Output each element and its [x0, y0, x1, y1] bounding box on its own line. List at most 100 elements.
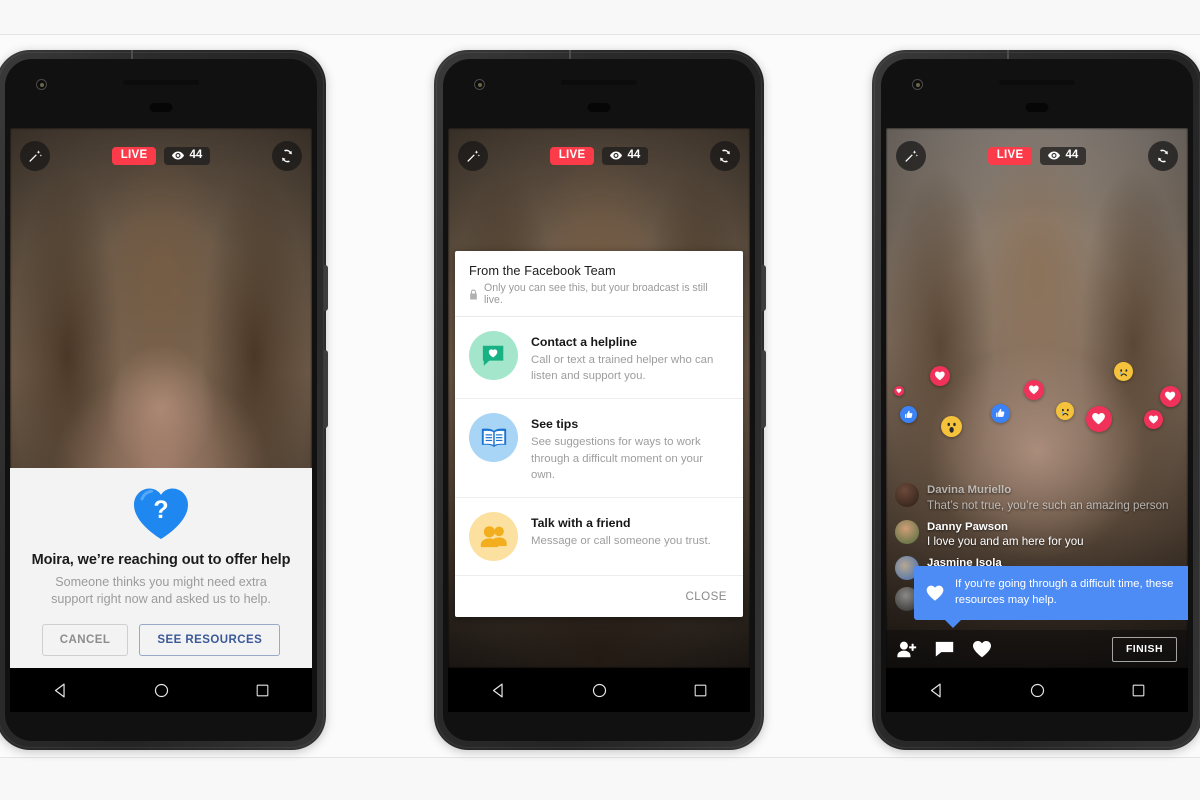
camera-flip-button[interactable]: [272, 141, 302, 171]
magic-wand-icon: [466, 149, 480, 162]
finish-button[interactable]: FINISH: [1111, 636, 1177, 662]
magic-wand-button[interactable]: [20, 141, 50, 171]
resource-text-block: Talk with a friend Message or call someo…: [531, 512, 711, 549]
front-camera-icon: [36, 79, 47, 90]
android-recents-icon[interactable]: [1131, 683, 1146, 698]
phone-mockup-2: LIVE 44 From the Facebook Team Only you …: [434, 50, 766, 750]
two-people-shape: [480, 526, 507, 548]
avatar: [895, 519, 919, 544]
magic-wand-icon: [904, 149, 918, 162]
magic-wand-button[interactable]: [458, 141, 488, 171]
android-back-icon[interactable]: [52, 682, 69, 699]
tooltip-text: If you’re going through a difficult time…: [955, 578, 1174, 607]
white-heart-icon: [926, 585, 944, 601]
resource-description: Message or call someone you trust.: [531, 534, 711, 547]
antenna-line: [131, 50, 133, 59]
android-recents-icon[interactable]: [693, 683, 708, 698]
earpiece-grille: [999, 80, 1075, 85]
resource-text-block: Contact a helpline Call or text a traine…: [531, 331, 729, 384]
android-home-icon[interactable]: [153, 682, 170, 699]
live-action-bar: FINISH: [886, 630, 1188, 668]
android-back-icon[interactable]: [928, 682, 945, 699]
viewer-count-value: 44: [627, 148, 641, 161]
phone-3-screen: LIVE 44 Davina Muriello That’s not true,…: [886, 128, 1188, 668]
front-camera-icon: [474, 79, 485, 90]
comment-author: Danny Pawson: [927, 520, 1009, 533]
sheet-privacy-text: Only you can see this, but your broadcas…: [483, 282, 708, 306]
reach-out-subtitle: Someone thinks you might need extra supp…: [51, 575, 271, 607]
live-hud-bar-1: LIVE 44: [10, 128, 312, 184]
cancel-button[interactable]: CANCEL: [41, 623, 129, 656]
viewer-count-badge: 44: [602, 146, 649, 166]
resource-title: Talk with a friend: [531, 515, 631, 530]
resource-option-tips[interactable]: See tips See suggestions for ways to wor…: [455, 399, 743, 498]
reaction-heart-icon: [1144, 410, 1163, 429]
proximity-sensor: [1025, 103, 1049, 112]
chat-heart-icon: [469, 331, 518, 380]
phone-mockup-1: LIVE 44 ? Moira, we’re reaching out to o…: [0, 50, 328, 750]
android-nav-bar-2: [448, 668, 750, 712]
phone-mockup-3: LIVE 44 Davina Muriello That’s not true,…: [872, 50, 1200, 750]
reach-out-title: Moira, we’re reaching out to offer help: [31, 552, 291, 568]
proximity-sensor: [587, 103, 611, 112]
two-people-icon: [469, 511, 518, 561]
add-friend-icon[interactable]: [897, 641, 917, 658]
facebook-team-sheet: From the Facebook Team Only you can see …: [455, 251, 743, 617]
eye-icon: [1048, 151, 1061, 160]
reaction-heart-icon: [894, 386, 904, 396]
android-home-icon[interactable]: [591, 682, 608, 699]
live-badge: LIVE: [987, 146, 1033, 166]
live-status-group: LIVE 44: [932, 146, 1142, 166]
bottom-divider: [0, 757, 1200, 758]
phones-stage: LIVE 44 ? Moira, we’re reaching out to o…: [0, 35, 1200, 757]
sheet-footer: CLOSE: [455, 576, 743, 617]
reaction-heart-icon: [1086, 406, 1112, 432]
camera-flip-icon: [282, 149, 292, 163]
blue-heart-question-icon: ?: [132, 486, 190, 540]
phone-1-screen: LIVE 44 ? Moira, we’re reaching out to o…: [10, 128, 312, 668]
resource-option-friend[interactable]: Talk with a friend Message or call someo…: [455, 498, 743, 576]
see-resources-button[interactable]: SEE RESOURCES: [139, 623, 281, 656]
camera-flip-button[interactable]: [1148, 141, 1178, 171]
earpiece-grille: [561, 80, 637, 85]
magic-wand-button[interactable]: [896, 141, 926, 171]
page-root: LIVE 44 ? Moira, we’re reaching out to o…: [0, 0, 1200, 800]
android-nav-bar-1: [10, 668, 312, 712]
android-back-icon[interactable]: [490, 682, 507, 699]
proximity-sensor: [149, 103, 173, 112]
android-nav-bar-3: [886, 668, 1188, 712]
live-status-group: LIVE 44: [494, 146, 704, 166]
camera-flip-icon: [720, 149, 730, 163]
close-button[interactable]: CLOSE: [685, 590, 727, 603]
open-book-icon: [469, 413, 518, 463]
comment-body: Danny Pawson I love you and am here for …: [927, 520, 1084, 549]
magic-wand-icon: [28, 149, 42, 162]
avatar: [895, 483, 919, 508]
eye-icon: [610, 151, 623, 160]
heart-icon[interactable]: [972, 640, 992, 658]
viewer-count-value: 44: [1065, 148, 1079, 161]
reaction-sad-icon: [1056, 402, 1074, 420]
chat-bubble-heart-shape: [482, 345, 503, 366]
resources-tooltip[interactable]: If you’re going through a difficult time…: [914, 566, 1188, 628]
reaction-sad-icon: [1114, 362, 1133, 381]
volume-button[interactable]: [762, 350, 766, 428]
resource-description: See suggestions for ways to work through…: [531, 436, 704, 481]
reaction-heart-icon: [1024, 380, 1044, 400]
comment-bubble-icon[interactable]: [935, 641, 954, 657]
svg-text:?: ?: [153, 496, 168, 524]
camera-flip-button[interactable]: [710, 141, 740, 171]
front-camera-icon: [912, 79, 923, 90]
resource-option-helpline[interactable]: Contact a helpline Call or text a traine…: [455, 317, 743, 400]
lock-icon: [470, 288, 477, 299]
floating-reactions-layer: [886, 358, 1188, 478]
comment-body: Davina Muriello That’s not true, you’re …: [927, 483, 1168, 512]
reaction-wow-icon: [941, 416, 962, 437]
android-recents-icon[interactable]: [255, 683, 270, 698]
camera-flip-icon: [1158, 149, 1168, 163]
volume-button[interactable]: [324, 350, 328, 428]
power-button[interactable]: [762, 265, 766, 311]
power-button[interactable]: [324, 265, 328, 311]
heart-shape: ?: [134, 488, 188, 539]
android-home-icon[interactable]: [1029, 682, 1046, 699]
